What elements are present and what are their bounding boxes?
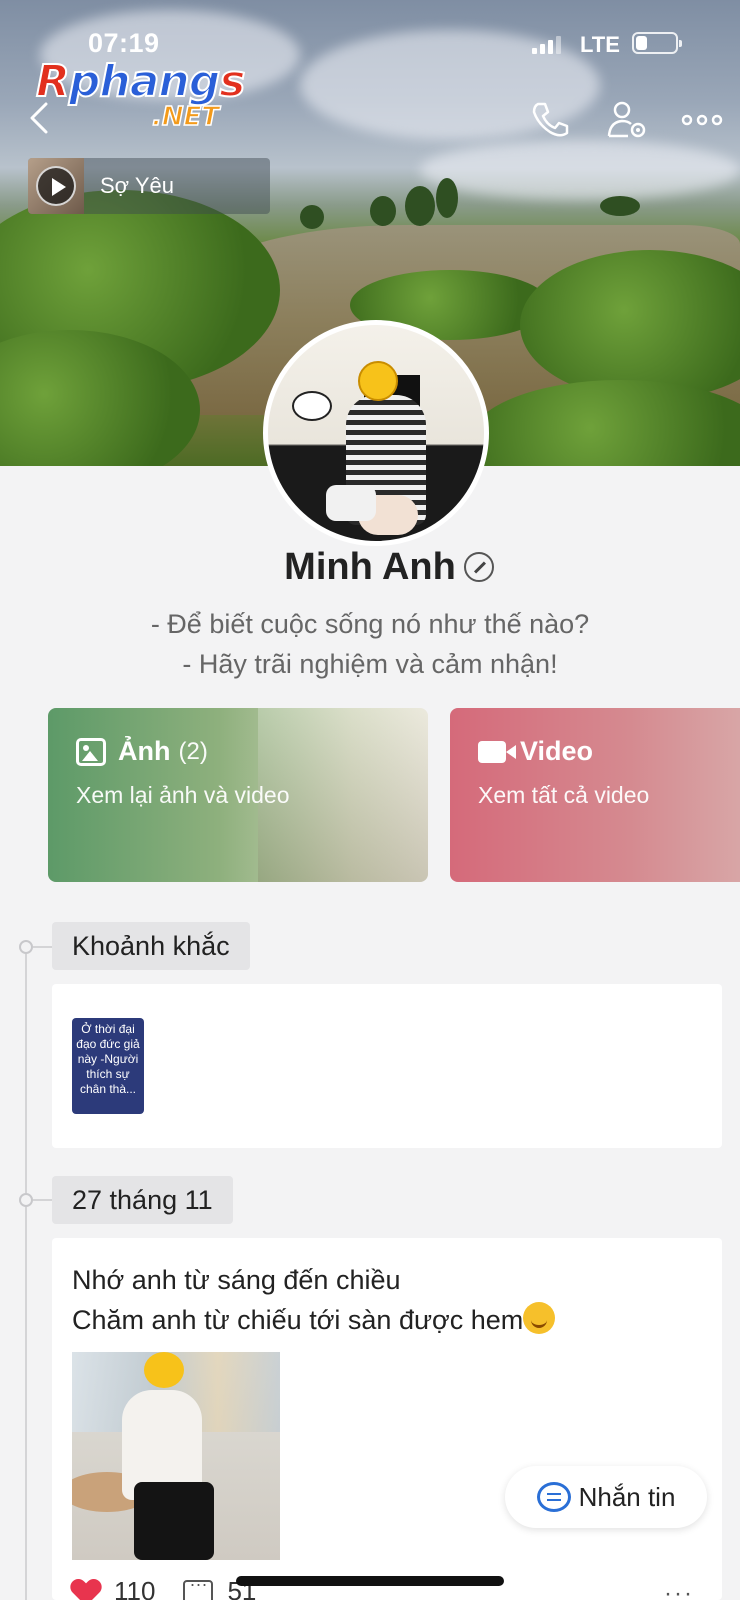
more-icon[interactable]: [680, 102, 724, 138]
back-icon[interactable]: [26, 100, 52, 136]
photos-card-title: Ảnh: [118, 736, 171, 766]
timeline-line: [25, 940, 27, 1600]
network-label: LTE: [580, 32, 620, 57]
timeline-dot: [19, 1193, 33, 1207]
videos-card-subtitle: Xem tất cả video: [478, 782, 650, 808]
battery-icon: [632, 32, 682, 54]
face-sticker: [144, 1352, 184, 1388]
like-count: 110: [114, 1576, 156, 1600]
post-card[interactable]: Nhớ anh từ sáng đến chiều Chăm anh từ ch…: [52, 1238, 722, 1600]
comment-icon[interactable]: [183, 1574, 214, 1600]
clock: 07:19: [88, 28, 160, 58]
edit-icon[interactable]: [464, 552, 494, 582]
profile-music-chip[interactable]: Sợ Yêu: [28, 158, 270, 214]
profile-bio: - Để biết cuộc sống nó như thế nào? - Hã…: [0, 604, 740, 684]
chat-bubble-icon: [536, 1482, 571, 1512]
signal-icon: [532, 36, 561, 54]
post-line-2: Chăm anh từ chiếu tới sàn được hem: [72, 1305, 524, 1335]
post-line-1: Nhớ anh từ sáng đến chiều: [72, 1265, 401, 1295]
music-title: Sợ Yêu: [100, 173, 174, 198]
bio-line-1: - Để biết cuộc sống nó như thế nào?: [150, 609, 590, 639]
bio-line-2: - Hãy trãi nghiệm và cảm nhận!: [182, 649, 558, 679]
home-indicator[interactable]: [236, 1576, 504, 1586]
music-thumbnail: [28, 158, 84, 214]
image-icon: [76, 737, 106, 766]
phone-icon[interactable]: [530, 100, 570, 140]
profile-name-row: Minh Anh: [0, 546, 740, 589]
videos-card-title: Video: [520, 736, 594, 766]
post-text: Nhớ anh từ sáng đến chiều Chăm anh từ ch…: [72, 1260, 556, 1340]
photos-card-count: (2): [178, 737, 208, 765]
timeline-connector: [33, 1199, 53, 1201]
play-icon[interactable]: [36, 166, 76, 206]
watermark-line1: Rphangs: [35, 55, 246, 108]
timeline-connector: [33, 946, 53, 948]
videos-card[interactable]: Video Xem tất cả video: [450, 708, 740, 882]
timeline-dot: [19, 940, 33, 954]
photos-card[interactable]: Ảnh (2) Xem lại ảnh và video: [48, 708, 428, 882]
watermark-logo: Rphangs .NET: [35, 55, 261, 136]
person-settings-icon[interactable]: [606, 100, 650, 140]
post-photo[interactable]: [72, 1352, 280, 1560]
post-date-label: 27 tháng 11: [52, 1176, 233, 1224]
video-camera-icon: [478, 740, 516, 763]
moments-panel: Ở thời đại đạo đức giả này -Người thích …: [52, 984, 722, 1148]
post-stats: 110 51: [72, 1574, 256, 1600]
photos-card-subtitle: Xem lại ảnh và video: [76, 782, 290, 808]
post-more-icon[interactable]: ···: [664, 1580, 694, 1600]
profile-name: Minh Anh: [284, 546, 456, 588]
face-sticker: [358, 361, 398, 401]
smile-emoji-icon: [523, 1302, 556, 1334]
avatar[interactable]: [263, 320, 489, 546]
message-button[interactable]: Nhắn tin: [505, 1466, 707, 1528]
message-button-label: Nhắn tin: [578, 1481, 676, 1512]
watermark-line2: .NET: [151, 101, 220, 133]
story-tile[interactable]: Ở thời đại đạo đức giả này -Người thích …: [72, 1018, 144, 1114]
heart-icon[interactable]: [72, 1580, 100, 1600]
moments-label: Khoảnh khắc: [52, 922, 250, 970]
